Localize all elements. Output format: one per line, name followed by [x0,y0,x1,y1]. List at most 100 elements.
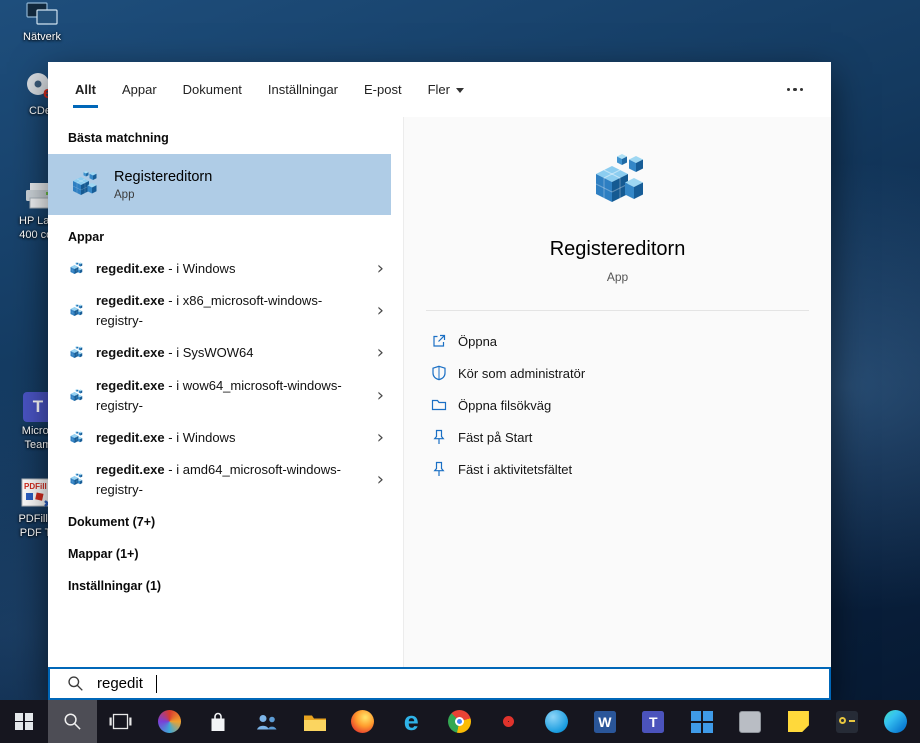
search-result-row[interactable]: regedit.exe - i SysWOW64 › [48,337,403,369]
chevron-right-icon[interactable]: › [373,344,397,362]
registry-editor-icon [68,169,100,201]
pin-icon [433,461,445,476]
apps-section-header: Appar [68,230,105,244]
taskbar-app-sticky-notes[interactable] [774,700,822,743]
taskbar-app-skype[interactable] [532,700,580,743]
documents-section-header[interactable]: Dokument (7+) [48,506,403,538]
tab-documents-label: Dokument [182,82,242,97]
search-input[interactable]: regedit [48,667,831,700]
firefox-icon [351,710,375,733]
tab-email[interactable]: E-post [351,62,415,117]
file-location-icon [431,399,447,411]
chevron-right-icon[interactable]: › [373,428,397,447]
registry-editor-icon [68,472,84,488]
settings-section-header[interactable]: Inställningar (1) [48,570,403,602]
action-open-file-location[interactable]: Öppna filsökväg [431,389,831,421]
action-label: Öppna [458,333,498,349]
task-view-icon [109,713,132,730]
preview-type: App [606,270,629,284]
ring-browser-icon [502,716,514,727]
teams-icon: T [642,710,665,733]
skype-icon [544,710,568,733]
search-results-list: Bästa matchning Registereditorn App Appa… [48,117,403,667]
word-icon: W [593,710,616,733]
result-text: regedit.exe - i Windows [96,429,236,445]
search-result-row[interactable]: regedit.exe - i wow64_microsoft-windows-… [48,370,403,422]
result-text: regedit.exe - i wow64_microsoft-windows-… [96,377,342,413]
chevron-right-icon[interactable]: › [373,260,397,278]
action-label: Kör som administratör [458,365,586,381]
admin-shield-icon [432,365,446,381]
registry-editor-icon-large [586,150,650,214]
search-result-row[interactable]: regedit.exe - i amd64_microsoft-windows-… [48,454,403,506]
taskbar-app-teams[interactable]: T [629,700,677,743]
best-match-type: App [114,188,135,201]
preview-actions: Öppna Kör som administratör Öppna filsök… [404,319,831,485]
tab-all-label: Allt [75,82,96,97]
action-pin-to-taskbar[interactable]: Fäst i aktivitetsfältet [431,453,831,485]
desktop-icon-network[interactable]: Nätverk [10,2,74,45]
folder-icon [303,715,326,731]
search-result-row[interactable]: regedit.exe - i Windows › [48,422,403,454]
more-options-button[interactable] [773,78,818,102]
search-result-row[interactable]: regedit.exe - i x86_microsoft-windows-re… [48,285,403,337]
taskbar-app-store[interactable] [194,700,242,743]
registry-editor-icon [68,430,84,446]
taskbar-app-firefox[interactable] [339,700,387,743]
tab-apps[interactable]: Appar [109,62,170,117]
result-text: regedit.exe - i Windows [96,261,236,276]
chevron-right-icon[interactable]: › [373,302,397,320]
ellipsis-icon [786,87,790,92]
result-text: regedit.exe - i amd64_microsoft-windows-… [96,461,341,498]
taskbar-app-gray[interactable] [726,700,774,743]
search-result-row[interactable]: regedit.exe - i Windows › [48,253,403,285]
best-match-item[interactable]: Registereditorn App [48,154,391,215]
task-view-button[interactable] [97,700,145,743]
action-open[interactable]: Öppna [431,325,831,357]
tab-more[interactable]: Fler [415,62,477,117]
registry-editor-icon [68,388,84,404]
chevron-right-icon[interactable]: › [373,386,397,405]
tab-email-label: E-post [364,82,402,97]
taskbar-app-internet-explorer[interactable]: e [387,700,435,743]
taskbar-app-password-manager[interactable] [823,700,871,743]
action-label: Öppna filsökväg [458,397,552,413]
taskbar-app-browser-ring[interactable] [484,700,532,743]
taskbar-search-button[interactable] [48,700,97,743]
registry-editor-icon [68,261,84,277]
best-match-title: Registereditorn [114,168,213,185]
taskbar-app-chrome[interactable] [436,700,484,743]
tab-apps-label: Appar [121,82,157,97]
tab-settings-label: Inställningar [267,82,339,97]
registry-editor-icon [68,303,84,319]
internet-explorer-icon: e [403,706,419,736]
preview-divider [426,310,809,311]
taskbar-app-word[interactable]: W [581,700,629,743]
taskbar-app-blue-grid[interactable] [677,700,725,743]
action-run-as-admin[interactable]: Kör som administratör [431,357,831,389]
chevron-right-icon[interactable]: › [373,471,397,489]
action-label: Fäst på Start [458,429,533,445]
tab-more-label: Fler [427,82,450,97]
sticky-notes-icon [787,711,809,732]
action-pin-to-start[interactable]: Fäst på Start [431,421,831,453]
tab-all[interactable]: Allt [62,62,109,117]
result-text: regedit.exe - i x86_microsoft-windows-re… [96,293,323,329]
taskbar-app-paint-swirl[interactable] [145,700,193,743]
registry-editor-icon [68,345,84,361]
grid-app-icon [690,710,713,733]
start-button[interactable] [0,700,48,743]
chrome-icon [448,710,472,733]
best-match-header: Bästa matchning [68,131,169,145]
windows-logo-icon [15,712,33,731]
result-text: regedit.exe - i SysWOW64 [96,345,254,361]
tab-documents[interactable]: Dokument [170,62,255,117]
folders-section-header[interactable]: Mappar (1+) [48,538,403,570]
taskbar-app-edge[interactable] [871,700,919,743]
taskbar-app-file-explorer[interactable] [290,700,338,743]
search-input-value: regedit [97,675,143,692]
edge-icon [883,710,907,733]
tab-settings[interactable]: Inställningar [255,62,351,117]
text-caret [155,674,158,693]
taskbar-app-people[interactable] [242,700,290,743]
